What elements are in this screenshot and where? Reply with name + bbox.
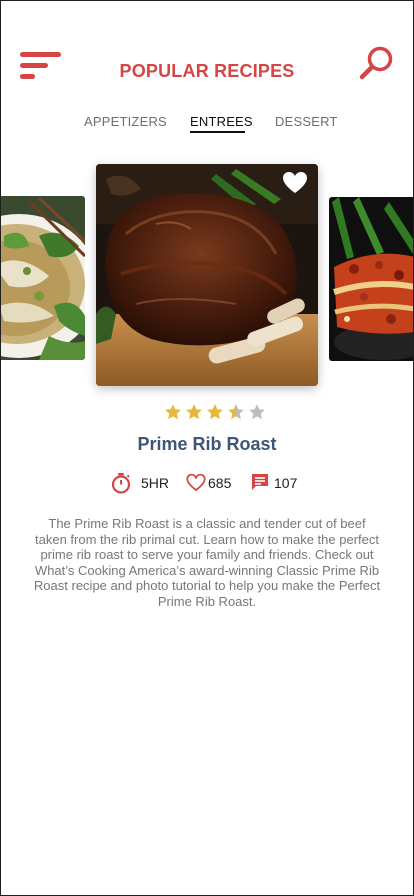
page-title: POPULAR RECIPES <box>119 61 295 81</box>
lasagna-image <box>329 197 413 361</box>
tab-entrees[interactable]: ENTREES <box>190 114 253 129</box>
star-empty-icon <box>249 404 265 420</box>
star-filled-icon <box>207 404 223 420</box>
heart-icon <box>283 172 307 193</box>
comment-icon[interactable] <box>251 473 269 491</box>
tab-appetizers[interactable]: APPETIZERS <box>84 114 167 129</box>
recipe-description: The Prime Rib Roast is a classic and ten… <box>33 516 381 609</box>
star-filled-icon <box>186 404 202 420</box>
favorite-button[interactable] <box>282 171 308 195</box>
active-tab-indicator <box>190 131 245 133</box>
search-button[interactable] <box>358 45 396 81</box>
star-filled-icon <box>165 404 181 420</box>
prime-rib-roast-image <box>96 164 318 386</box>
search-icon <box>359 46 393 80</box>
pho-soup-image <box>1 196 85 360</box>
likes-heart-icon[interactable] <box>185 473 207 492</box>
star-half-icon <box>228 404 244 420</box>
star-rating <box>164 403 268 423</box>
timer-icon <box>111 473 131 494</box>
likes-count: 685 <box>208 475 232 491</box>
recipe-card-pho[interactable] <box>1 196 85 360</box>
comments-count: 107 <box>274 475 298 491</box>
cook-time: 5HR <box>141 475 170 491</box>
recipe-screen: POPULAR RECIPES APPETIZERS ENTREES DESSE… <box>0 0 414 896</box>
recipe-card-lasagna[interactable] <box>329 197 413 361</box>
recipe-title: Prime Rib Roast <box>137 434 277 454</box>
tab-dessert[interactable]: DESSERT <box>275 114 338 129</box>
recipe-card-prime-rib[interactable] <box>96 164 318 386</box>
menu-icon-line <box>20 52 61 57</box>
